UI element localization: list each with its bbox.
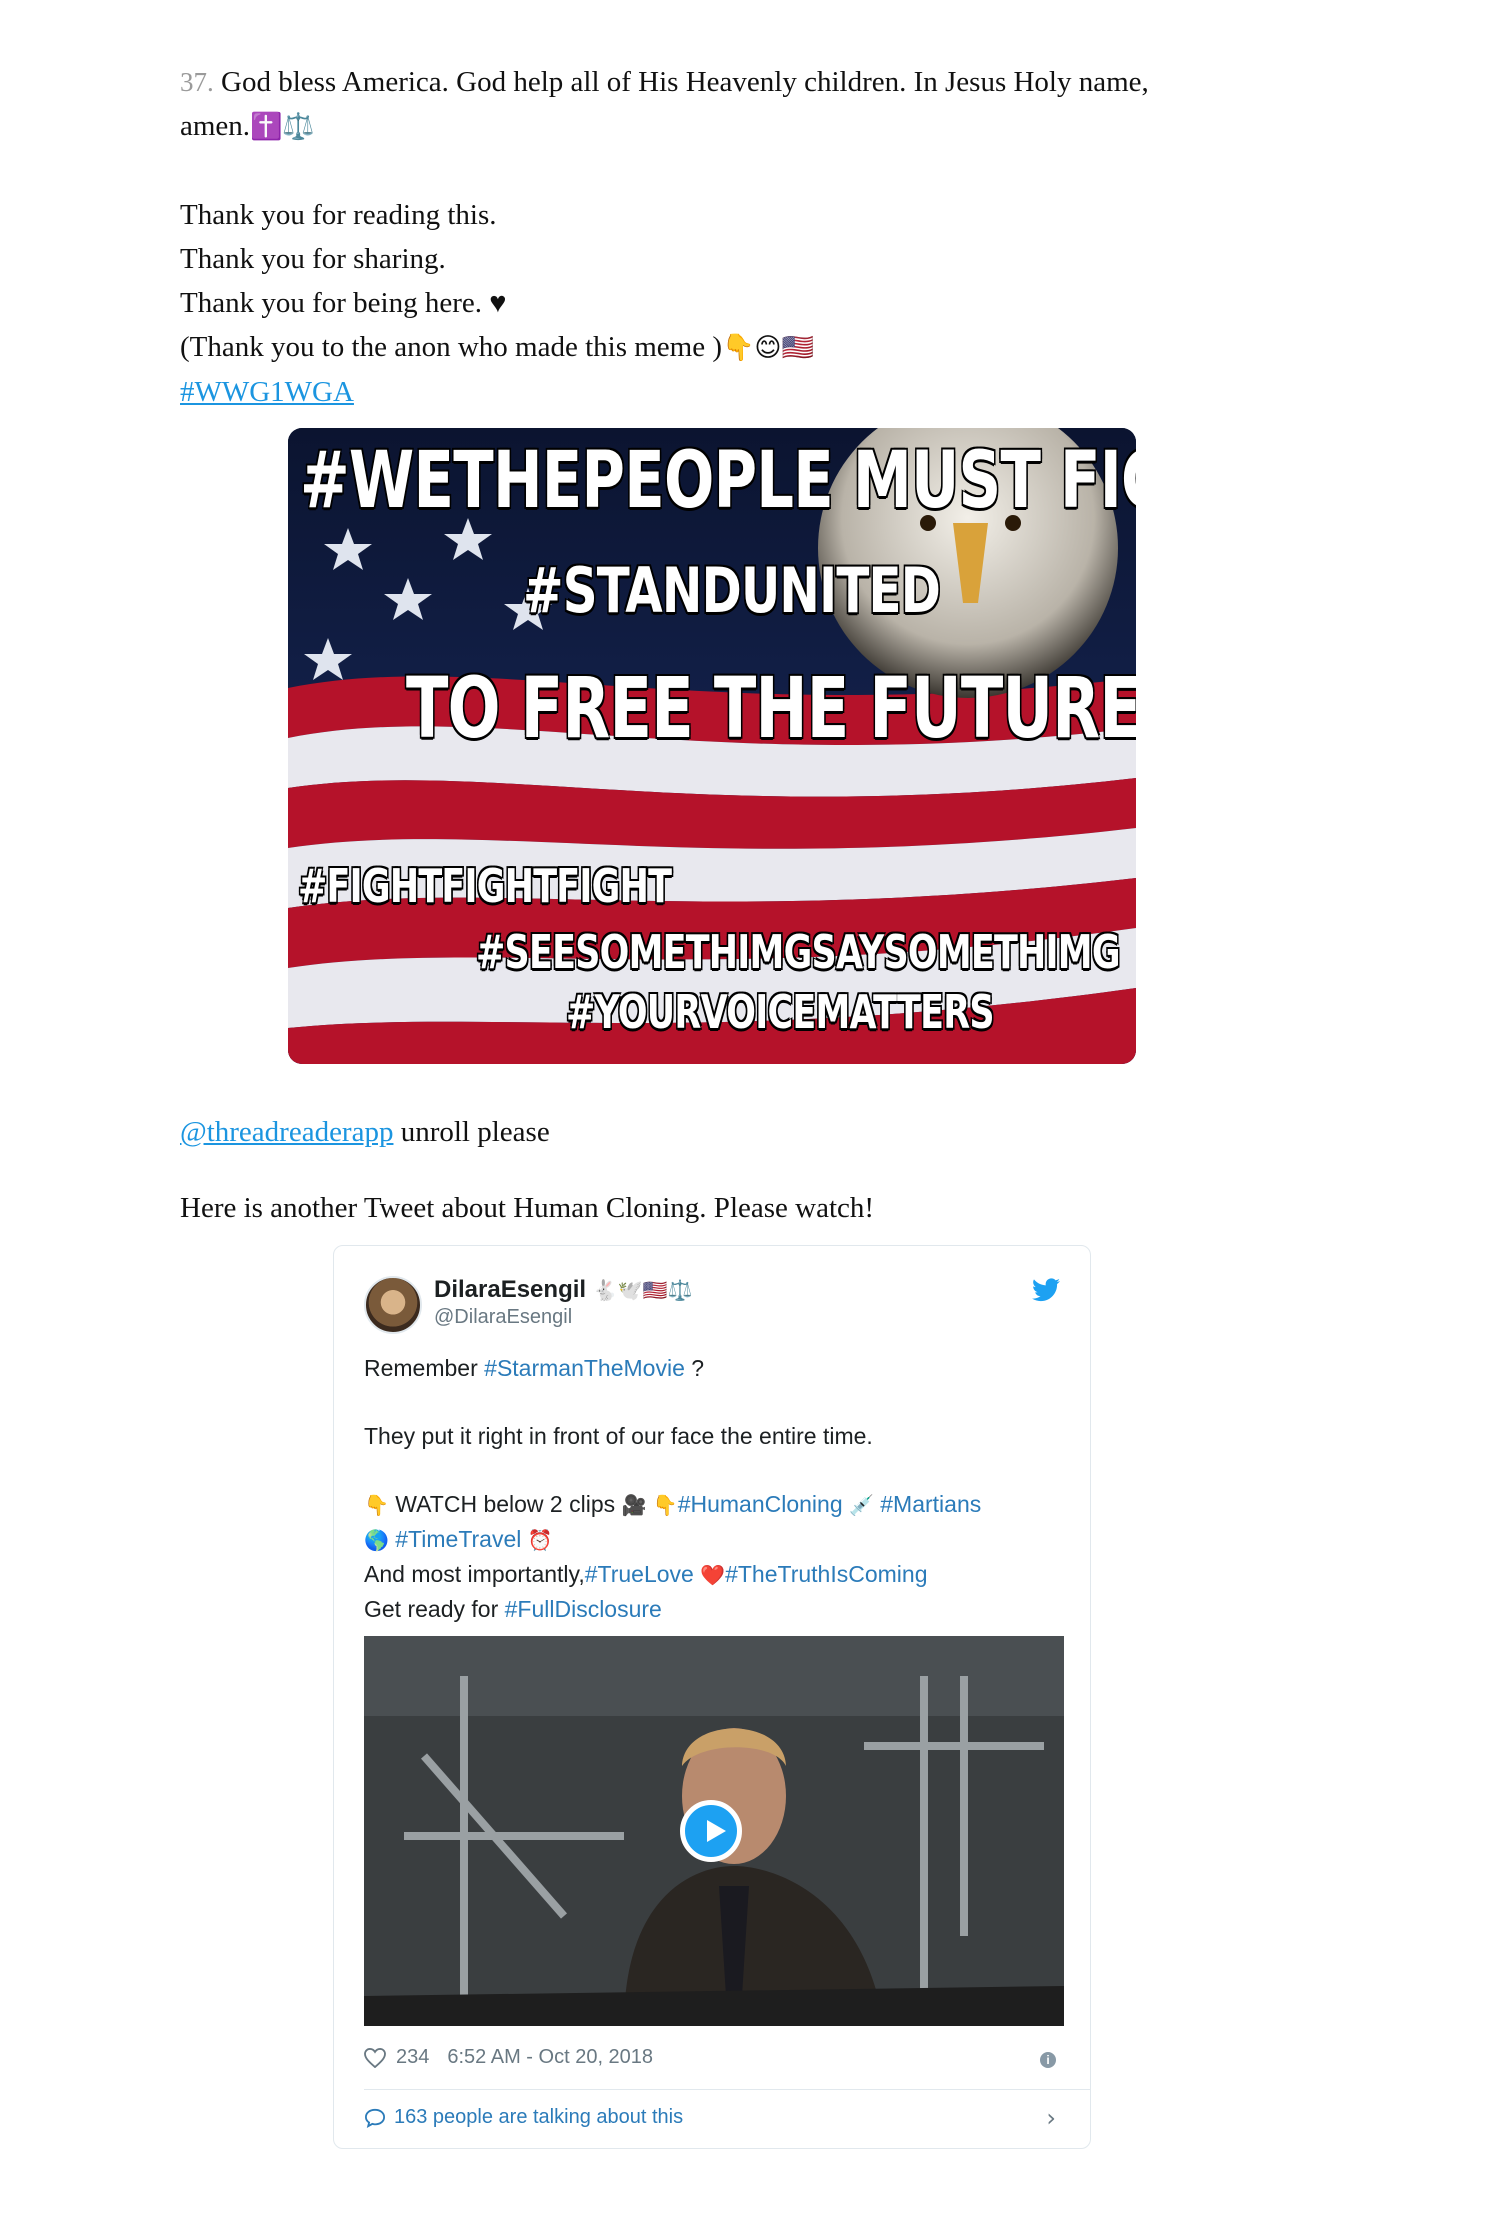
tweet-p1-end: ?	[684, 1355, 705, 1381]
play-button[interactable]	[680, 1800, 742, 1862]
tweet-timestamp[interactable]: 6:52 AM - Oct 20, 2018	[447, 2046, 653, 2069]
tweet-author-name[interactable]: DilaraEsengil	[434, 1276, 586, 1303]
hashtag-fulldisclosure[interactable]: #FullDisclosure	[505, 1596, 662, 1622]
hashtag-row: #WWG1WGA	[180, 370, 1280, 414]
tweet-p6: Get ready for #FullDisclosure	[364, 1592, 1064, 1626]
hashtag-starman[interactable]: #StarmanTheMovie	[484, 1355, 685, 1381]
meme-line-2: #STANDUNITED	[523, 554, 941, 627]
tweet-37-line2: amen.	[180, 110, 251, 142]
tweet-p1-text: Remember	[364, 1355, 485, 1381]
tweet-body: Remember #StarmanTheMovie ? They put it …	[364, 1351, 1064, 1626]
tweet-37: 37. God bless America. God help all of H…	[180, 60, 1280, 104]
video-player[interactable]	[364, 1636, 1064, 2026]
threadreaderapp-mention[interactable]: @threadreaderapp	[180, 1116, 393, 1148]
thanks-anon-row: (Thank you to the anon who made this mem…	[180, 325, 1280, 370]
cross-scales-emoji: ✝️⚖️	[250, 112, 315, 142]
point-smile-flag-emoji: 👇😊🇺🇸	[722, 333, 814, 363]
like-count[interactable]: 234	[396, 2046, 429, 2069]
name-emoji: 🐇🕊️🇺🇸⚖️	[592, 1278, 693, 1302]
embedded-tweet[interactable]: DilaraEsengil 🐇🕊️🇺🇸⚖️ @DilaraEsengil Rem…	[333, 1245, 1091, 2149]
tweet-spacer-1	[364, 1385, 1064, 1419]
globe-emoji: 🌎	[364, 1528, 396, 1552]
tweet-p3: 👇 WATCH below 2 clips 🎥 👇#HumanCloning 💉…	[364, 1487, 1064, 1522]
chevron-right-icon[interactable]: ›	[1046, 2104, 1056, 2132]
talking-count[interactable]: 163 people are talking about this	[394, 2106, 683, 2129]
tweet-p5-text: And most importantly,	[364, 1561, 585, 1587]
point-down-emoji: 👇	[364, 1493, 389, 1517]
tweet-p2: They put it right in front of our face t…	[364, 1423, 873, 1449]
tweet-meta: 234 6:52 AM - Oct 20, 2018	[364, 2046, 653, 2069]
meme-line-4: #FIGHTFIGHTFIGHT	[298, 859, 672, 913]
syringe-emoji: 💉	[842, 1493, 881, 1517]
unroll-request: @threadreaderapp unroll please	[180, 1110, 1280, 1154]
thanks-being-here: Thank you for being here. ♥	[180, 287, 507, 319]
tweet-p3-text: WATCH below 2 clips	[388, 1491, 622, 1517]
tweet-p6-text: Get ready for	[364, 1596, 505, 1622]
hashtag-humancloning[interactable]: #HumanCloning	[678, 1491, 843, 1517]
tweet-37-line2-row: amen.✝️⚖️	[180, 104, 1280, 149]
tweet-p1: Remember #StarmanTheMovie ?	[364, 1351, 1064, 1385]
conversation-link[interactable]: 163 people are talking about this	[364, 2106, 683, 2129]
speech-bubble-icon	[364, 2108, 386, 2128]
tweet-p4: 🌎 #TimeTravel ⏰	[364, 1522, 1064, 1557]
unroll-text: unroll please	[393, 1116, 550, 1148]
hashtag-link[interactable]: #WWG1WGA	[180, 376, 354, 408]
divider	[364, 2089, 1090, 2090]
thanks-anon: (Thank you to the anon who made this mem…	[180, 331, 723, 363]
thread-text: 37. God bless America. God help all of H…	[180, 60, 1280, 414]
tweet-spacer-2	[364, 1453, 1064, 1487]
tweet-37-line1: God bless America. God help all of His H…	[221, 66, 1149, 98]
alarm-clock-emoji: ⏰	[521, 1528, 553, 1552]
tweet-author-handle[interactable]: @DilaraEsengil	[434, 1306, 572, 1329]
hashtag-thetruthiscoming[interactable]: #TheTruthIsComing	[725, 1561, 927, 1587]
tweet-author-name-row: DilaraEsengil 🐇🕊️🇺🇸⚖️	[434, 1276, 692, 1304]
hashtag-truelove[interactable]: #TrueLove	[585, 1561, 694, 1587]
meme-line-3: TO FREE THE FUTURE	[406, 659, 1136, 757]
heart-emoji: ❤️	[693, 1563, 726, 1587]
tweet-number: 37.	[180, 67, 214, 97]
info-icon[interactable]: i	[1040, 2052, 1056, 2068]
tweet-p5: And most importantly,#TrueLove ❤️#TheTru…	[364, 1557, 1064, 1592]
camera-point-emoji: 🎥 👇	[621, 1493, 678, 1517]
heart-icon[interactable]	[364, 2047, 386, 2068]
meme-image: #WETHEPEOPLE MUST FIGHT #STANDUNITED TO …	[288, 428, 1136, 1064]
meme-line-1: #WETHEPEOPLE MUST FIGHT	[300, 436, 1136, 526]
thanks-sharing: Thank you for sharing.	[180, 243, 446, 275]
hashtag-martians[interactable]: #Martians	[880, 1491, 981, 1517]
thanks-reading: Thank you for reading this.	[180, 199, 497, 231]
meme-line-6: #YOURVOICEMATTERS	[566, 985, 995, 1039]
hashtag-timetravel[interactable]: #TimeTravel	[395, 1526, 521, 1552]
avatar[interactable]	[364, 1276, 422, 1334]
twitter-bird-icon[interactable]	[1032, 1278, 1060, 1307]
meme-line-5: #SEESOMETHIMGSAYSOMETHIMG	[476, 925, 1121, 979]
another-tweet-intro: Here is another Tweet about Human Clonin…	[180, 1192, 875, 1224]
